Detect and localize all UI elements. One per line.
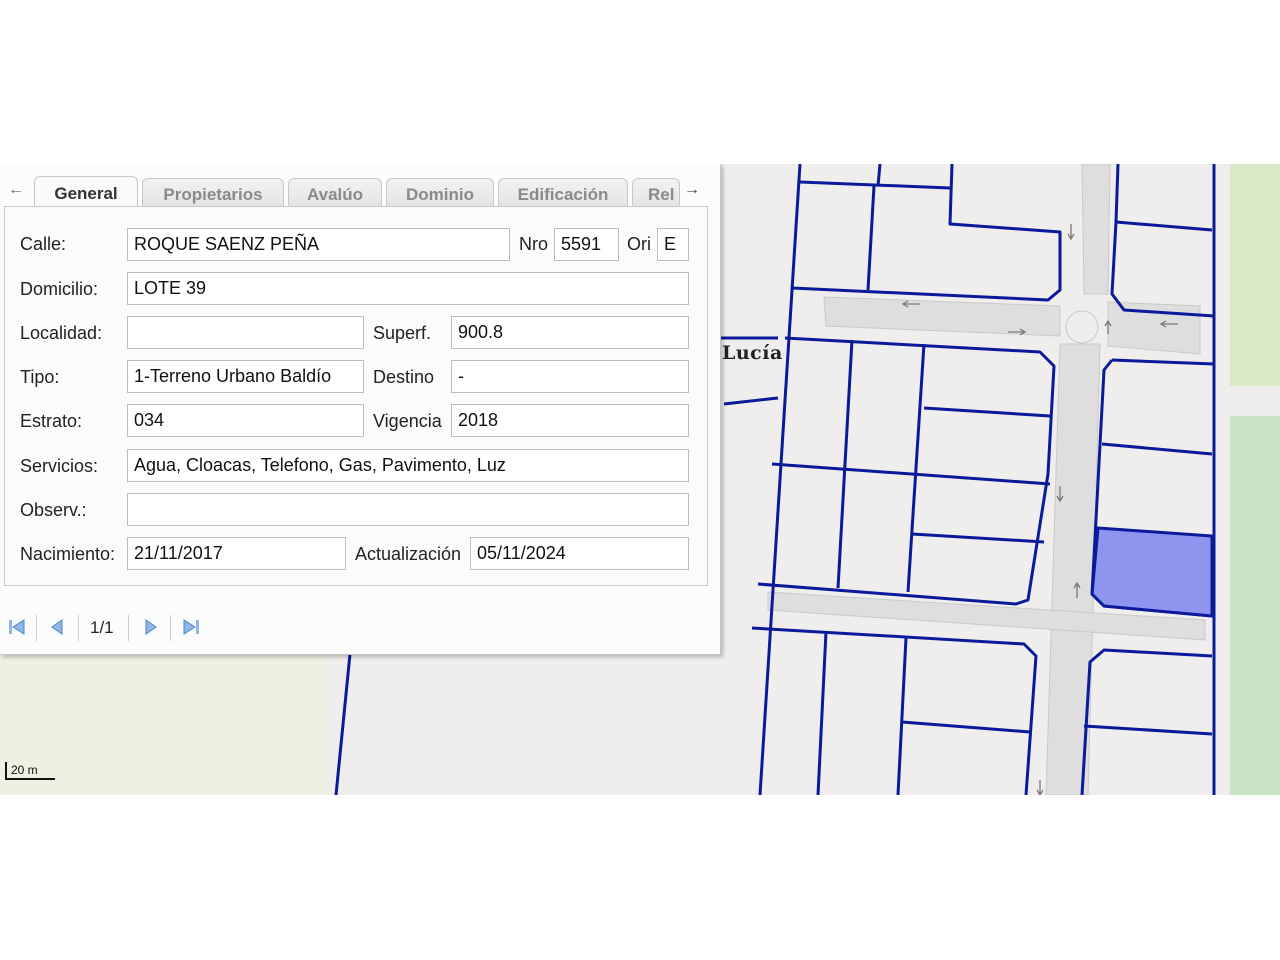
next-record-button[interactable] <box>134 611 168 643</box>
parcel-line <box>896 637 908 795</box>
tab-scroll-left-icon[interactable]: ← <box>4 178 28 202</box>
previous-record-button[interactable] <box>40 611 74 643</box>
parcel-line <box>836 339 854 589</box>
street-segment <box>1107 301 1201 355</box>
last-record-button[interactable] <box>174 611 208 643</box>
vigencia-label: Vigencia <box>373 411 442 431</box>
superf-field[interactable]: 900.8 <box>451 316 689 349</box>
first-record-button[interactable] <box>0 611 34 643</box>
last-icon <box>183 619 199 635</box>
parcel-line <box>901 720 1031 734</box>
scale-label: 20 m <box>11 763 38 777</box>
nro-field[interactable]: 5591 <box>554 228 619 261</box>
parcel-line <box>771 462 1051 486</box>
parcel-line <box>816 631 828 795</box>
parcel-line <box>758 164 802 795</box>
roundabout <box>1065 310 1099 344</box>
ori-field[interactable]: E <box>657 228 689 261</box>
direction-arrow <box>1067 224 1075 241</box>
selected-parcel <box>1090 526 1214 618</box>
pager-divider <box>78 615 79 641</box>
tab-scroll-right-icon[interactable]: → <box>680 178 704 202</box>
parcel-line <box>866 185 876 291</box>
parcel-info-panel: ← General Propietarios Avalúo Dominio Ed… <box>0 164 721 655</box>
calle-field[interactable]: ROQUE SAENZ PEÑA <box>127 228 510 261</box>
record-pager: 1/1 <box>0 609 720 647</box>
street-segment <box>1081 164 1111 295</box>
map-viewport[interactable]: Lucía 20 m ← General Propietarios Avalúo… <box>0 164 1280 795</box>
parcel-line <box>911 532 1045 544</box>
ori-label: Ori <box>627 234 651 254</box>
direction-arrow <box>1036 780 1044 795</box>
tipo-field[interactable]: 1-Terreno Urbano Baldío <box>127 360 364 393</box>
pager-divider <box>36 615 37 641</box>
vigencia-field[interactable]: 2018 <box>451 404 689 437</box>
parcel-line <box>923 406 1051 418</box>
parcel-line <box>1080 648 1213 795</box>
parcel-line <box>757 336 1056 606</box>
servicios-label: Servicios: <box>20 456 99 476</box>
park-area <box>1230 164 1280 386</box>
pager-divider <box>170 615 171 641</box>
parcel-line <box>1111 358 1215 366</box>
estrato-label: Estrato: <box>20 411 83 431</box>
actualizacion-field[interactable]: 05/11/2024 <box>470 537 689 570</box>
parcel-line <box>876 164 882 187</box>
actualizacion-label: Actualización <box>355 544 462 564</box>
parcel-line <box>723 396 779 406</box>
tab-general[interactable]: General <box>34 176 138 210</box>
previous-icon <box>51 619 63 635</box>
street-name-label: Lucía <box>722 342 783 364</box>
estrato-field[interactable]: 034 <box>127 404 364 437</box>
observ-field[interactable] <box>127 493 689 526</box>
localidad-label: Localidad: <box>20 323 103 343</box>
page-indicator: 1/1 <box>90 618 114 637</box>
tab-strip: ← General Propietarios Avalúo Dominio Ed… <box>0 170 720 210</box>
superf-label: Superf. <box>373 323 432 343</box>
parcel-line <box>1110 221 1215 318</box>
next-icon <box>145 619 157 635</box>
parcel-line <box>1101 442 1213 456</box>
tipo-label: Tipo: <box>20 367 60 387</box>
first-icon <box>9 619 25 635</box>
parcel-line <box>334 653 352 795</box>
localidad-field[interactable] <box>127 316 364 349</box>
nacimiento-label: Nacimiento: <box>20 544 116 564</box>
pager-divider <box>128 615 129 641</box>
nro-label: Nro <box>519 234 549 254</box>
destino-field[interactable]: - <box>451 360 689 393</box>
street-segment <box>823 296 1061 337</box>
domicilio-field[interactable]: LOTE 39 <box>127 272 689 305</box>
servicios-field[interactable]: Agua, Cloacas, Telefono, Gas, Pavimento,… <box>127 449 689 482</box>
general-form: Calle: ROQUE SAENZ PEÑA Nro 5591 Ori E D… <box>4 206 708 586</box>
parcel-line <box>1083 724 1213 736</box>
parcel-line <box>906 343 926 593</box>
calle-label: Calle: <box>20 234 67 254</box>
domicilio-label: Domicilio: <box>20 279 99 299</box>
nacimiento-field[interactable]: 21/11/2017 <box>127 537 346 570</box>
scale-bar: 20 m <box>5 762 55 780</box>
observ-label: Observ.: <box>20 500 87 520</box>
destino-label: Destino <box>373 367 435 387</box>
park-area-dotted <box>1230 416 1280 795</box>
parcel-line <box>751 626 1038 795</box>
parcel-line <box>1114 164 1213 232</box>
